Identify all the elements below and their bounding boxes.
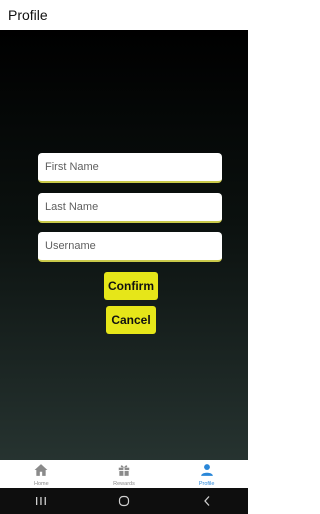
- last-name-field-container: [38, 193, 222, 223]
- tab-home-label: Home: [34, 481, 49, 487]
- username-field-container: [38, 232, 222, 262]
- gift-icon: [118, 465, 130, 476]
- app-header: Profile: [0, 0, 248, 30]
- cancel-button[interactable]: Cancel: [106, 306, 156, 334]
- tab-profile[interactable]: Profile: [165, 460, 248, 488]
- home-icon: [34, 464, 48, 476]
- page-title: Profile: [8, 7, 48, 23]
- tab-home[interactable]: Home: [0, 460, 83, 488]
- profile-form-area: Confirm Cancel: [0, 30, 248, 460]
- username-input[interactable]: [45, 240, 222, 252]
- back-button[interactable]: [192, 491, 222, 511]
- tab-rewards[interactable]: Rewards: [83, 460, 166, 488]
- last-name-input[interactable]: [45, 201, 222, 213]
- system-navigation-bar: [0, 488, 248, 514]
- first-name-field-container: [38, 153, 222, 183]
- person-icon: [200, 464, 213, 476]
- confirm-button[interactable]: Confirm: [104, 272, 158, 300]
- recents-button[interactable]: [26, 491, 56, 511]
- recents-icon: [36, 497, 47, 505]
- system-home-button[interactable]: [109, 491, 139, 511]
- tab-profile-label: Profile: [198, 481, 215, 487]
- home-circle-icon: [118, 495, 130, 507]
- tab-rewards-label: Rewards: [113, 481, 135, 487]
- back-icon: [203, 496, 210, 506]
- bottom-tab-bar: Home Rewards Profile: [0, 460, 248, 488]
- first-name-input[interactable]: [45, 161, 222, 173]
